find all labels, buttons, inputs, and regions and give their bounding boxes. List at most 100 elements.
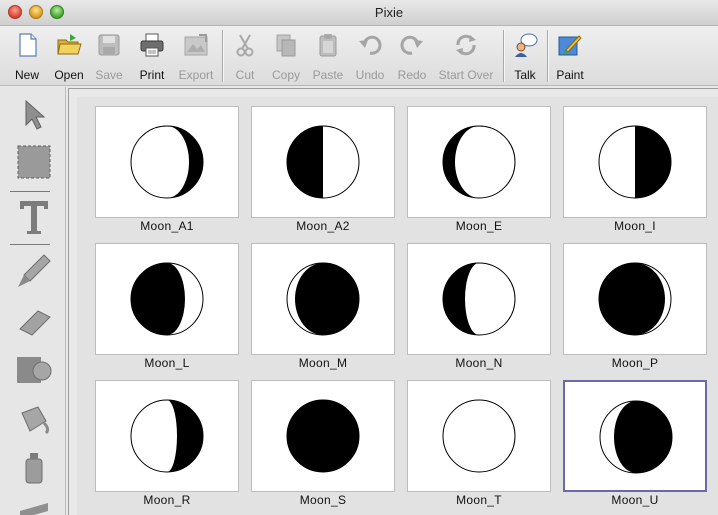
thumbnail-caption: Moon_L bbox=[144, 356, 190, 370]
thumbnail-image[interactable] bbox=[407, 243, 551, 355]
moon-thumbnail[interactable]: Moon_L bbox=[95, 243, 239, 374]
moon-thumbnail[interactable]: Moon_M bbox=[251, 243, 395, 374]
moon-thumbnail[interactable]: Moon_A1 bbox=[95, 106, 239, 237]
copy-icon bbox=[276, 34, 296, 57]
save-label: Save bbox=[95, 68, 123, 82]
cut-button[interactable]: Cut bbox=[228, 30, 262, 82]
thumbnail-image[interactable] bbox=[251, 380, 395, 492]
redo-arrow-icon bbox=[400, 35, 423, 55]
redo-button[interactable]: Redo bbox=[394, 30, 430, 82]
thumbnail-image[interactable] bbox=[251, 243, 395, 355]
new-button[interactable]: New bbox=[8, 30, 46, 82]
talk-speech-icon bbox=[515, 33, 538, 57]
thumbnail-caption: Moon_A1 bbox=[140, 219, 194, 233]
thumbnail-image[interactable] bbox=[407, 380, 551, 492]
arrow-select-icon[interactable] bbox=[14, 95, 54, 135]
moon-phase-drawing bbox=[130, 125, 204, 199]
thumbnail-image[interactable] bbox=[251, 106, 395, 218]
moon-thumbnail[interactable]: Moon_R bbox=[95, 380, 239, 511]
toolbar-separator bbox=[503, 30, 504, 82]
print-label: Print bbox=[139, 68, 165, 82]
thumbnail-caption: Moon_P bbox=[611, 356, 659, 370]
moon-phase-drawing bbox=[442, 125, 516, 199]
printer-icon bbox=[140, 33, 164, 57]
cut-label: Cut bbox=[235, 68, 255, 82]
undo-button[interactable]: Undo bbox=[352, 30, 388, 82]
thumbnail-caption: Moon_I bbox=[614, 219, 656, 233]
eraser-tool-icon[interactable] bbox=[14, 301, 54, 341]
moon-phase-drawing bbox=[130, 262, 204, 336]
palette-divider bbox=[10, 191, 50, 192]
thumbnail-image[interactable] bbox=[563, 106, 707, 218]
thumbnail-caption: Moon_A2 bbox=[296, 219, 350, 233]
copy-button[interactable]: Copy bbox=[268, 30, 304, 82]
thumbnail-caption: Moon_N bbox=[455, 356, 503, 370]
open-button[interactable]: Open bbox=[50, 30, 88, 82]
moon-phase-drawing bbox=[598, 125, 672, 199]
palette-divider bbox=[10, 244, 50, 245]
undo-arrow-icon bbox=[359, 35, 382, 55]
moon-phase-drawing bbox=[442, 399, 516, 473]
export-button[interactable]: Export bbox=[174, 30, 218, 82]
moon-phase-drawing bbox=[286, 262, 360, 336]
paste-label: Paste bbox=[312, 68, 344, 82]
moon-phase-drawing bbox=[442, 262, 516, 336]
line-tool-icon[interactable] bbox=[14, 491, 54, 515]
moon-phase-drawing bbox=[599, 400, 673, 474]
window-title: Pixie bbox=[374, 5, 404, 20]
moon-phase-drawing bbox=[598, 262, 672, 336]
start-over-button[interactable]: Start Over bbox=[434, 30, 498, 82]
marquee-select-icon[interactable] bbox=[14, 142, 54, 182]
thumbnail-caption: Moon_U bbox=[611, 493, 659, 507]
save-disk-icon bbox=[98, 34, 120, 56]
new-label: New bbox=[14, 68, 39, 82]
moon-thumbnail[interactable]: Moon_P bbox=[563, 243, 707, 374]
open-label: Open bbox=[54, 68, 84, 82]
thumbnail-caption: Moon_E bbox=[455, 219, 503, 233]
toolbar-separator bbox=[222, 30, 223, 82]
thumbnail-caption: Moon_M bbox=[298, 356, 348, 370]
talk-button[interactable]: Talk bbox=[508, 30, 542, 82]
thumbnail-caption: Moon_S bbox=[299, 493, 347, 507]
paint-label: Paint bbox=[556, 68, 584, 82]
moon-thumbnail[interactable]: Moon_N bbox=[407, 243, 551, 374]
moon-thumbnail[interactable]: Moon_T bbox=[407, 380, 551, 511]
thumbnail-image[interactable] bbox=[563, 380, 707, 492]
thumbnail-image[interactable] bbox=[95, 380, 239, 492]
export-icon bbox=[184, 34, 208, 56]
thumbnail-caption: Moon_R bbox=[143, 493, 191, 507]
moon-thumbnail[interactable]: Moon_I bbox=[563, 106, 707, 237]
image-gallery: Moon_A1 Moon_A2 Moon_E Moon_I Moon_L Moon_M Mo… bbox=[68, 88, 718, 515]
print-button[interactable]: Print bbox=[134, 30, 170, 82]
moon-thumbnail[interactable]: Moon_E bbox=[407, 106, 551, 237]
paint-button[interactable]: Paint bbox=[552, 30, 588, 82]
thumbnail-image[interactable] bbox=[95, 243, 239, 355]
clipboard-paste-icon bbox=[319, 34, 337, 57]
copy-label: Copy bbox=[271, 68, 300, 82]
shapes-tool-icon[interactable] bbox=[14, 349, 54, 389]
brush-tool-icon[interactable] bbox=[14, 251, 54, 291]
text-tool-icon[interactable] bbox=[14, 197, 54, 237]
thumbnail-image[interactable] bbox=[563, 243, 707, 355]
spray-can-icon[interactable] bbox=[14, 447, 54, 487]
start-over-icon bbox=[456, 34, 476, 56]
paint-bucket-icon[interactable] bbox=[14, 399, 54, 439]
scissors-icon bbox=[236, 34, 254, 57]
gallery-grid: Moon_A1 Moon_A2 Moon_E Moon_I Moon_L Moon_M Mo… bbox=[77, 97, 718, 515]
tool-palette bbox=[0, 87, 66, 515]
moon-phase-drawing bbox=[286, 399, 360, 473]
moon-thumbnail[interactable]: Moon_S bbox=[251, 380, 395, 511]
new-document-icon bbox=[19, 33, 37, 57]
redo-label: Redo bbox=[397, 68, 427, 82]
save-button[interactable]: Save bbox=[92, 30, 126, 82]
moon-thumbnail[interactable]: Moon_U bbox=[563, 380, 707, 511]
talk-label: Talk bbox=[514, 68, 536, 82]
open-folder-icon bbox=[57, 34, 82, 55]
undo-label: Undo bbox=[355, 68, 385, 82]
moon-thumbnail[interactable]: Moon_A2 bbox=[251, 106, 395, 237]
thumbnail-image[interactable] bbox=[407, 106, 551, 218]
toolbar-separator bbox=[547, 30, 548, 82]
moon-phase-drawing bbox=[130, 399, 204, 473]
thumbnail-image[interactable] bbox=[95, 106, 239, 218]
paste-button[interactable]: Paste bbox=[310, 30, 346, 82]
